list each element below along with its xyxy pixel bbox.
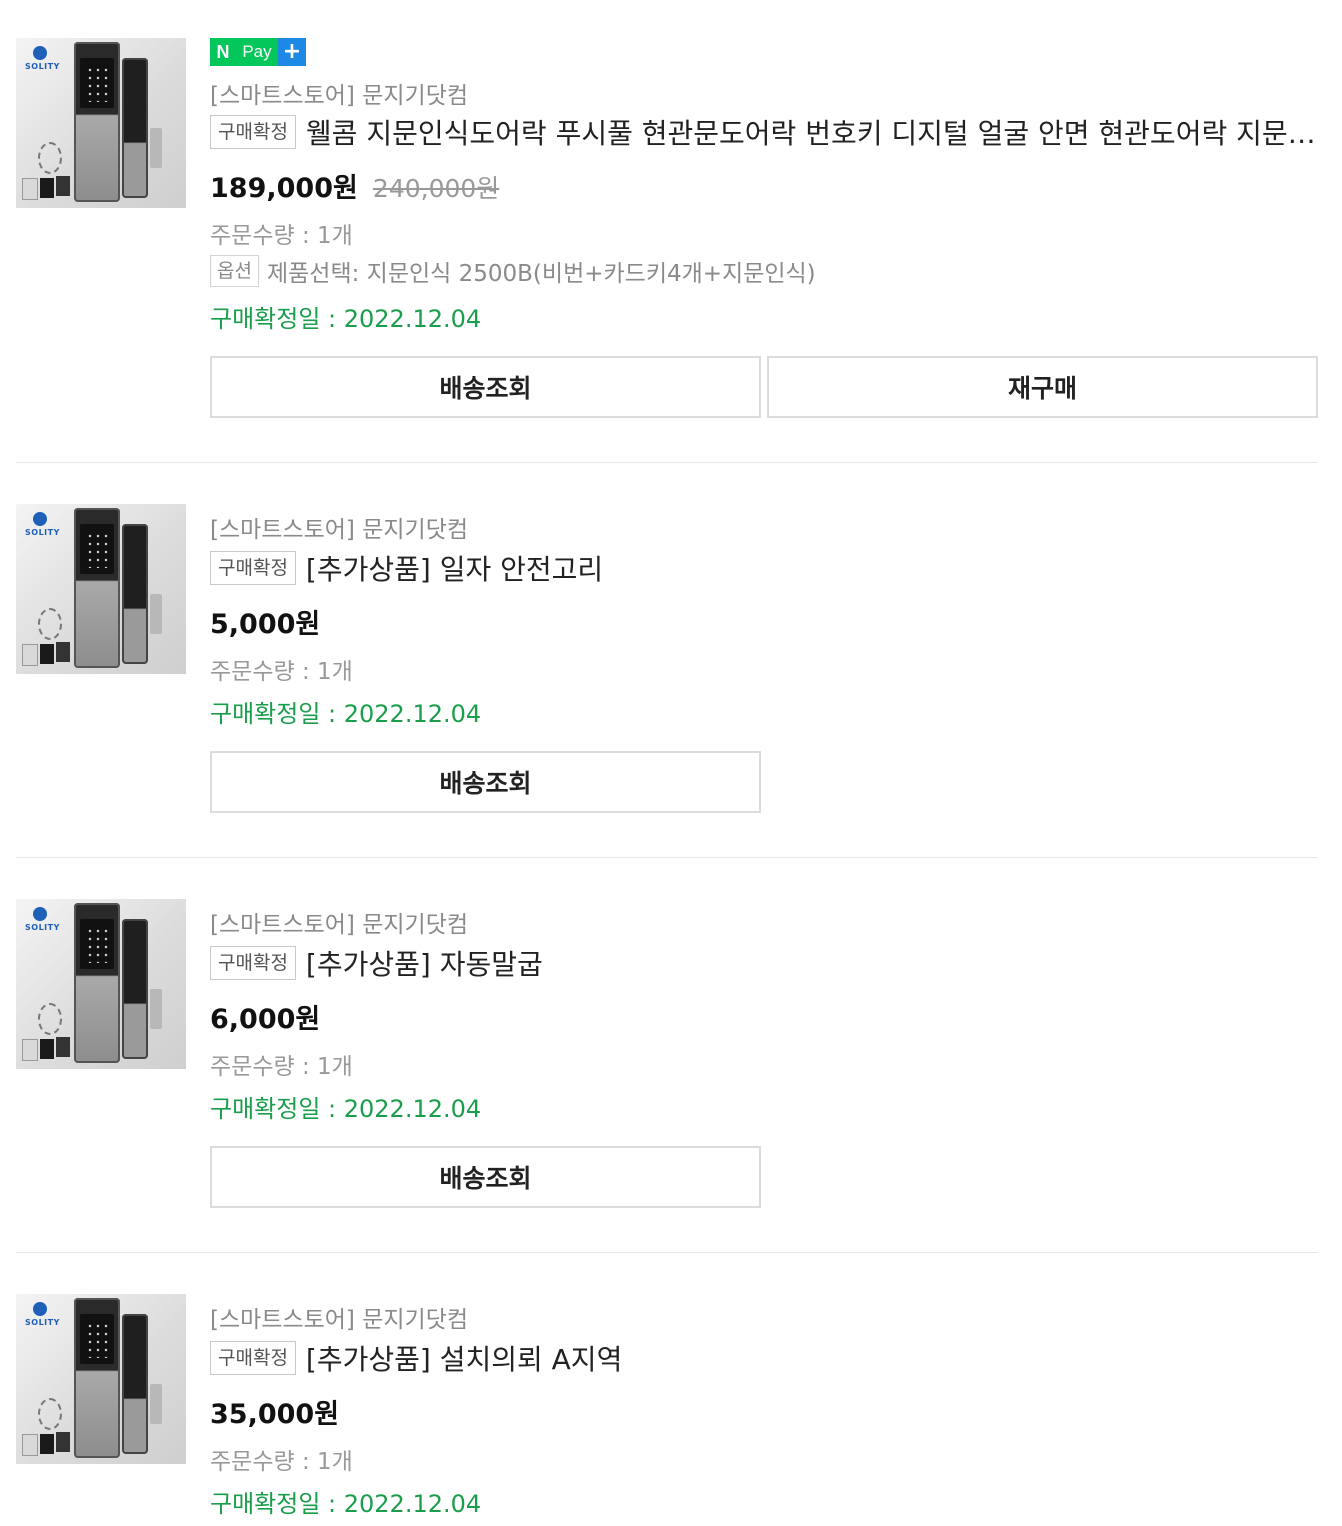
status-badge: 구매확정: [210, 115, 296, 149]
store-name[interactable]: [스마트스토어] 문지기닷컴: [210, 905, 468, 939]
status-badge: 구매확정: [210, 551, 296, 585]
price: 189,000원: [210, 173, 358, 204]
card-key: [40, 1039, 54, 1059]
card-key: [40, 644, 54, 664]
card-key: [22, 1039, 38, 1061]
original-price: 240,000원: [372, 174, 500, 203]
npay-plus-badge: N Pay +: [210, 38, 306, 66]
option-text: 제품선택: 지문인식 2500B(비번+카드키4개+지문인식): [266, 261, 816, 287]
card-key: [22, 644, 38, 666]
purchase-confirm-date: 구매확정일 : 2022.12.04: [210, 1095, 482, 1123]
brand-logo-text: SOLITY: [25, 528, 60, 537]
lock-handle: [150, 1384, 162, 1424]
price: 6,000원: [210, 1004, 321, 1035]
store-name[interactable]: [스마트스토어] 문지기닷컴: [210, 76, 468, 110]
brand-logo-icon: [33, 907, 47, 921]
brand-logo-icon: [33, 512, 47, 526]
price: 35,000원: [210, 1399, 340, 1430]
price-row: 6,000원: [210, 997, 320, 1036]
price-row: 35,000원: [210, 1392, 339, 1431]
fingerprint-icon: [38, 142, 62, 174]
plus-icon: +: [278, 38, 306, 66]
card-key: [56, 1037, 70, 1057]
naver-n-icon: N: [210, 38, 236, 66]
pay-label: Pay: [236, 38, 278, 66]
card-key: [56, 642, 70, 662]
lock-side-image: [122, 524, 148, 664]
lock-side-image: [122, 1314, 148, 1454]
brand-logo-text: SOLITY: [25, 62, 60, 71]
keypad-dots: [86, 66, 108, 102]
keypad-dots: [86, 927, 108, 963]
store-name[interactable]: [스마트스토어] 문지기닷컴: [210, 510, 468, 544]
order-quantity: 주문수량 : 1개: [210, 1449, 353, 1475]
title-row[interactable]: 구매확정 [추가상품] 일자 안전고리: [210, 548, 1318, 588]
divider: [16, 857, 1318, 858]
card-key: [22, 178, 38, 200]
title-row[interactable]: 구매확정 [추가상품] 자동말굽: [210, 943, 1318, 983]
product-name[interactable]: [추가상품] 설치의뢰 A지역: [306, 1338, 622, 1378]
product-thumbnail[interactable]: SOLITY: [16, 1294, 186, 1464]
product-name[interactable]: 웰콤 지문인식도어락 푸시풀 현관문도어락 번호키 디지털 얼굴 안면 현관도어…: [306, 112, 1318, 152]
lock-side-image: [122, 58, 148, 198]
card-key: [22, 1434, 38, 1456]
price-row: 5,000원: [210, 602, 320, 641]
option-row: 옵션 제품선택: 지문인식 2500B(비번+카드키4개+지문인식): [210, 254, 816, 288]
store-name[interactable]: [스마트스토어] 문지기닷컴: [210, 1300, 468, 1334]
fingerprint-icon: [38, 1398, 62, 1430]
title-row[interactable]: 구매확정 [추가상품] 설치의뢰 A지역: [210, 1338, 1318, 1378]
track-delivery-button[interactable]: 배송조회: [210, 356, 761, 418]
fingerprint-icon: [38, 1003, 62, 1035]
keypad-dots: [86, 1322, 108, 1358]
fingerprint-icon: [38, 608, 62, 640]
price-row: 189,000원 240,000원: [210, 166, 499, 205]
brand-logo-icon: [33, 1302, 47, 1316]
lock-side-image: [122, 919, 148, 1059]
card-key: [56, 176, 70, 196]
brand-logo-icon: [33, 46, 47, 60]
order-quantity: 주문수량 : 1개: [210, 1054, 353, 1080]
divider: [16, 462, 1318, 463]
card-key: [56, 1432, 70, 1452]
reorder-button[interactable]: 재구매: [767, 356, 1318, 418]
keypad-dots: [86, 532, 108, 568]
title-row[interactable]: 구매확정 웰콤 지문인식도어락 푸시풀 현관문도어락 번호키 디지털 얼굴 안면…: [210, 112, 1318, 152]
product-thumbnail[interactable]: SOLITY: [16, 899, 186, 1069]
brand-logo-text: SOLITY: [25, 923, 60, 932]
lock-handle: [150, 594, 162, 634]
product-name[interactable]: [추가상품] 일자 안전고리: [306, 548, 603, 588]
product-name[interactable]: [추가상품] 자동말굽: [306, 943, 543, 983]
price: 5,000원: [210, 609, 321, 640]
lock-handle: [150, 128, 162, 168]
option-badge: 옵션: [210, 255, 259, 287]
status-badge: 구매확정: [210, 1341, 296, 1375]
product-thumbnail[interactable]: SOLITY: [16, 38, 186, 208]
divider: [16, 1252, 1318, 1253]
product-thumbnail[interactable]: SOLITY: [16, 504, 186, 674]
purchase-confirm-date: 구매확정일 : 2022.12.04: [210, 305, 482, 333]
track-delivery-button[interactable]: 배송조회: [210, 751, 761, 813]
card-key: [40, 1434, 54, 1454]
brand-logo-text: SOLITY: [25, 1318, 60, 1327]
order-quantity: 주문수량 : 1개: [210, 659, 353, 685]
track-delivery-button[interactable]: 배송조회: [210, 1146, 761, 1208]
purchase-confirm-date: 구매확정일 : 2022.12.04: [210, 1490, 482, 1518]
status-badge: 구매확정: [210, 946, 296, 980]
order-quantity: 주문수량 : 1개: [210, 223, 353, 249]
lock-handle: [150, 989, 162, 1029]
purchase-confirm-date: 구매확정일 : 2022.12.04: [210, 700, 482, 728]
card-key: [40, 178, 54, 198]
